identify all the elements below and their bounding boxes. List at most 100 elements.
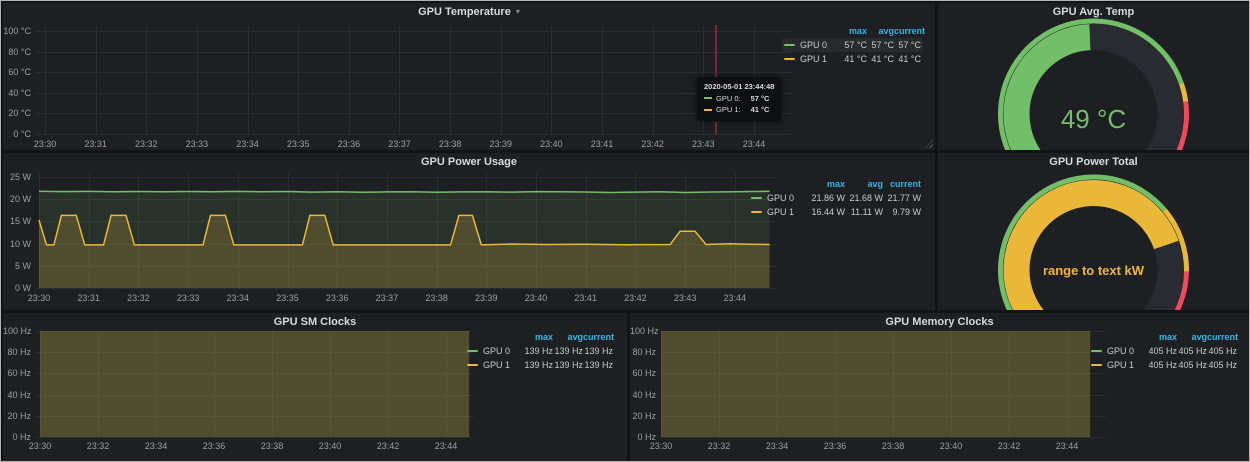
panel-gpu-avg-temp: GPU Avg. Temp 49 °C bbox=[938, 3, 1249, 150]
panel-title[interactable]: GPU Power Total bbox=[938, 156, 1249, 168]
y-tick-label: 15 W bbox=[3, 216, 31, 226]
legend-value: 405 Hz bbox=[1147, 346, 1177, 356]
legend-header-row: maxavgcurrent bbox=[749, 177, 923, 191]
panel-gpu-temperature: GPU Temperature▾ maxavgcurrent GPU 0 57 °C… bbox=[3, 3, 935, 150]
legend-series-name[interactable]: GPU 0 bbox=[483, 346, 523, 356]
chevron-down-icon: ▾ bbox=[516, 7, 520, 16]
y-tick-label: 0 W bbox=[3, 283, 31, 293]
y-tick-label: 60 Hz bbox=[630, 368, 656, 378]
x-tick-label: 23:38 bbox=[415, 293, 459, 303]
y-tick-label: 100 °C bbox=[3, 26, 31, 36]
legend-value: 11.11 W bbox=[845, 207, 883, 217]
legend-header-current[interactable]: current bbox=[1207, 332, 1237, 342]
panel-title[interactable]: GPU Power Usage bbox=[3, 156, 935, 168]
legend-row: GPU 0405 Hz405 Hz405 Hz bbox=[1089, 344, 1239, 358]
x-tick-label: 23:33 bbox=[166, 293, 210, 303]
series-dash-icon bbox=[751, 197, 762, 199]
x-tick-label: 23:31 bbox=[67, 293, 111, 303]
x-tick-label: 23:30 bbox=[18, 441, 62, 451]
y-tick-label: 0 °C bbox=[3, 129, 31, 139]
legend-header-current[interactable]: current bbox=[883, 179, 921, 189]
chart-tooltip: 2020-05-01 23:44:48 GPU 0: 57 °C GPU 1: … bbox=[697, 77, 781, 121]
x-tick-label: 23:42 bbox=[613, 293, 657, 303]
x-tick-label: 23:34 bbox=[226, 139, 270, 149]
x-tick-label: 23:44 bbox=[713, 293, 757, 303]
y-tick-label: 25 W bbox=[3, 172, 31, 182]
legend-header-row: maxavgcurrent bbox=[465, 330, 615, 344]
y-tick-label: 80 Hz bbox=[630, 347, 656, 357]
legend-value: 405 Hz bbox=[1177, 346, 1207, 356]
legend-header-max[interactable]: max bbox=[1147, 332, 1177, 342]
legend: maxavgcurrentGPU 057 °C57 °C57 °CGPU 141… bbox=[782, 24, 923, 66]
gauge-value-text: 49 °C bbox=[1061, 104, 1126, 134]
series-dash-icon bbox=[751, 211, 762, 213]
tooltip-row: GPU 1: 41 °C bbox=[704, 104, 774, 116]
x-tick-label: 23:38 bbox=[428, 139, 472, 149]
legend-value: 139 Hz bbox=[553, 360, 583, 370]
x-tick-label: 23:40 bbox=[514, 293, 558, 303]
x-tick-label: 23:32 bbox=[697, 441, 741, 451]
series-dash-icon bbox=[1091, 350, 1102, 352]
series-dash-icon bbox=[467, 364, 478, 366]
panel-title-menu[interactable]: GPU Temperature▾ bbox=[3, 6, 935, 18]
y-tick-label: 40 Hz bbox=[3, 390, 31, 400]
x-tick-label: 23:34 bbox=[134, 441, 178, 451]
legend-value: 41 °C bbox=[840, 54, 867, 64]
legend-series-name[interactable]: GPU 1 bbox=[1107, 360, 1147, 370]
legend-header-current[interactable]: current bbox=[583, 332, 613, 342]
x-tick-label: 23:40 bbox=[929, 441, 973, 451]
x-tick-label: 23:33 bbox=[175, 139, 219, 149]
legend-value: 57 °C bbox=[894, 40, 921, 50]
panel-title[interactable]: GPU SM Clocks bbox=[3, 316, 627, 328]
x-tick-label: 23:35 bbox=[266, 293, 310, 303]
y-tick-label: 80 Hz bbox=[3, 347, 31, 357]
x-tick-label: 23:34 bbox=[216, 293, 260, 303]
x-tick-label: 23:39 bbox=[479, 139, 523, 149]
x-tick-label: 23:37 bbox=[377, 139, 421, 149]
legend-row: GPU 1405 Hz405 Hz405 Hz bbox=[1089, 358, 1239, 372]
legend-series-name[interactable]: GPU 0 bbox=[1107, 346, 1147, 356]
y-tick-label: 5 W bbox=[3, 261, 31, 271]
y-tick-label: 20 W bbox=[3, 194, 31, 204]
x-tick-label: 23:42 bbox=[631, 139, 675, 149]
series-dash-icon bbox=[784, 58, 795, 60]
tooltip-row: GPU 0: 57 °C bbox=[704, 93, 774, 105]
legend-series-name[interactable]: GPU 0 bbox=[767, 193, 807, 203]
legend-row: GPU 0139 Hz139 Hz139 Hz bbox=[465, 344, 615, 358]
legend-header-max[interactable]: max bbox=[840, 26, 867, 36]
legend-header-avg[interactable]: avg bbox=[845, 179, 883, 189]
y-tick-label: 60 Hz bbox=[3, 368, 31, 378]
legend-series-name[interactable]: GPU 1 bbox=[767, 207, 807, 217]
legend-header-avg[interactable]: avg bbox=[867, 26, 894, 36]
y-tick-label: 20 Hz bbox=[3, 411, 31, 421]
legend-value: 21.86 W bbox=[807, 193, 845, 203]
legend-header-row: maxavgcurrent bbox=[1089, 330, 1239, 344]
legend-header-avg[interactable]: avg bbox=[553, 332, 583, 342]
x-tick-label: 23:32 bbox=[124, 139, 168, 149]
legend-header-max[interactable]: max bbox=[523, 332, 553, 342]
legend-series-name[interactable]: GPU 0 bbox=[800, 40, 840, 50]
y-tick-label: 60 °C bbox=[3, 67, 31, 77]
x-tick-label: 23:36 bbox=[327, 139, 371, 149]
x-tick-label: 23:42 bbox=[987, 441, 1031, 451]
series-dash-icon bbox=[704, 97, 712, 99]
panel-title[interactable]: GPU Memory Clocks bbox=[630, 316, 1249, 328]
x-tick-label: 23:40 bbox=[308, 441, 352, 451]
legend-value: 405 Hz bbox=[1207, 346, 1237, 356]
legend-header-current[interactable]: current bbox=[894, 26, 921, 36]
legend-value: 405 Hz bbox=[1207, 360, 1237, 370]
panel-title[interactable]: GPU Avg. Temp bbox=[938, 6, 1249, 18]
y-tick-label: 40 °C bbox=[3, 88, 31, 98]
x-tick-label: 23:34 bbox=[755, 441, 799, 451]
legend-value: 16.44 W bbox=[807, 207, 845, 217]
legend-series-name[interactable]: GPU 1 bbox=[800, 54, 840, 64]
legend-header-avg[interactable]: avg bbox=[1177, 332, 1207, 342]
x-tick-label: 23:30 bbox=[23, 139, 67, 149]
y-tick-label: 10 W bbox=[3, 239, 31, 249]
legend-value: 139 Hz bbox=[523, 346, 553, 356]
legend-row: GPU 116.44 W11.11 W9.79 W bbox=[749, 205, 923, 219]
x-tick-label: 23:39 bbox=[464, 293, 508, 303]
legend-header-max[interactable]: max bbox=[807, 179, 845, 189]
legend-series-name[interactable]: GPU 1 bbox=[483, 360, 523, 370]
legend-value: 139 Hz bbox=[583, 346, 613, 356]
